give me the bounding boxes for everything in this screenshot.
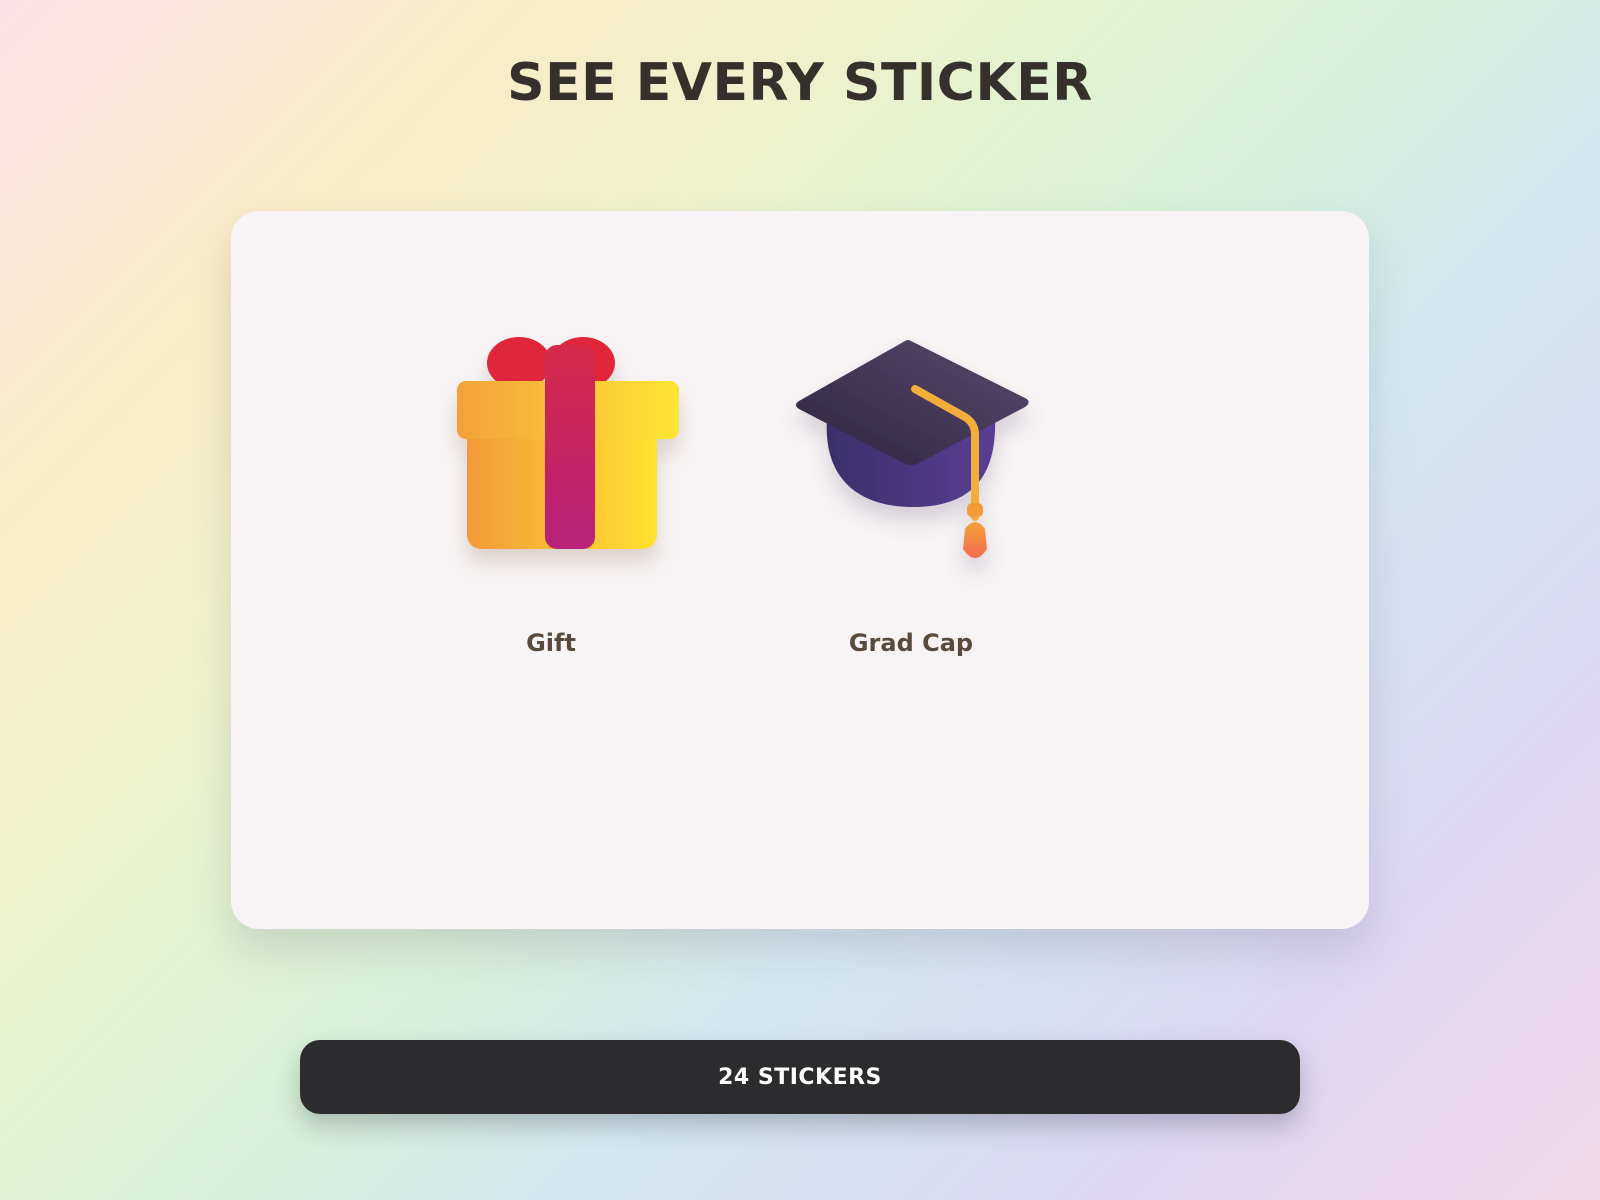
sticker-item-grad-cap[interactable]: Grad Cap — [761, 311, 1061, 671]
sticker-count-button[interactable]: 24 STICKERS — [300, 1040, 1300, 1114]
graduation-cap-icon — [796, 340, 1029, 558]
gift-icon — [457, 337, 679, 549]
sticker-item-gift[interactable]: Gift — [401, 311, 701, 671]
page-title: SEE EVERY STICKER — [507, 53, 1093, 113]
sticker-grid-card: Gift Grad Cap — [231, 211, 1369, 929]
sticker-label: Grad Cap — [848, 629, 974, 657]
sticker-label: Gift — [526, 629, 576, 657]
